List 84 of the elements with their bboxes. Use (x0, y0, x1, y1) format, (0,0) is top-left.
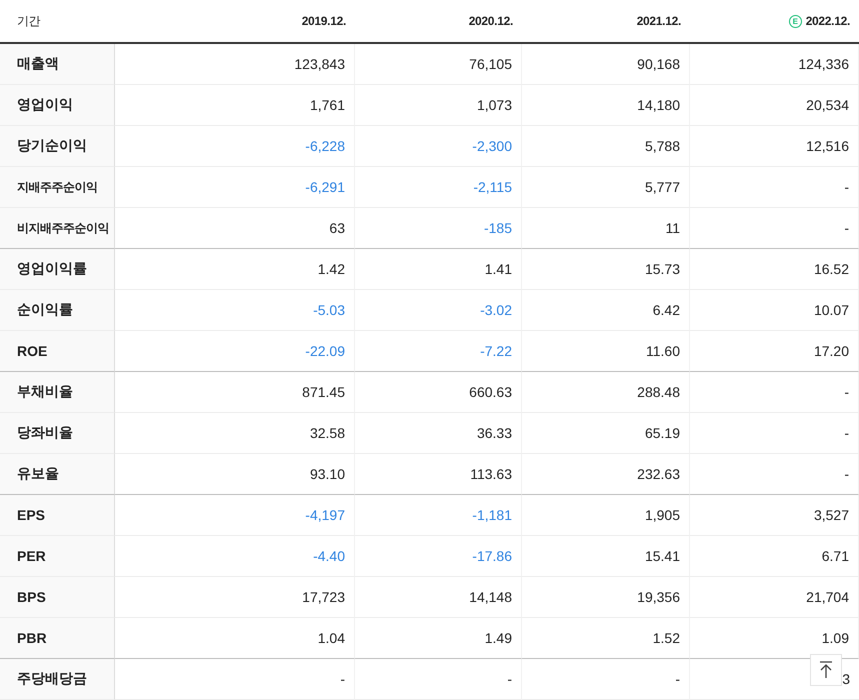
table-cell: -5.03 (115, 290, 355, 331)
table-cell: 90,168 (522, 44, 690, 85)
table-cell: 1.04 (115, 618, 355, 659)
table-cell: 1.42 (115, 249, 355, 290)
row-label: ROE (0, 331, 115, 372)
table-cell: - (690, 454, 859, 495)
table-cell: -2,300 (355, 126, 522, 167)
row-label: 부채비율 (0, 372, 115, 413)
table-cell: 20,534 (690, 85, 859, 126)
row-label: 지배주주순이익 (0, 167, 115, 208)
table-cell: 5,788 (522, 126, 690, 167)
table-cell: 12,516 (690, 126, 859, 167)
table-cell: 1.52 (522, 618, 690, 659)
row-label: 매출액 (0, 44, 115, 85)
arrow-up-icon (819, 661, 833, 679)
table-cell: 15.41 (522, 536, 690, 577)
table-cell: - (690, 372, 859, 413)
row-label: PER (0, 536, 115, 577)
table-cell: 17,723 (115, 577, 355, 618)
table-cell: 6.71 (690, 536, 859, 577)
table-cell: -1,181 (355, 495, 522, 536)
table-cell: 6.42 (522, 290, 690, 331)
table-cell: -3.02 (355, 290, 522, 331)
table-cell: -22.09 (115, 331, 355, 372)
table-cell: 11.60 (522, 331, 690, 372)
table-cell: 21,704 (690, 577, 859, 618)
table-cell: 1,073 (355, 85, 522, 126)
row-label: 유보율 (0, 454, 115, 495)
table-cell: 1,905 (522, 495, 690, 536)
table-cell: 232.63 (522, 454, 690, 495)
table-cell: -6,291 (115, 167, 355, 208)
table-cell: -6,228 (115, 126, 355, 167)
table-cell: 16.52 (690, 249, 859, 290)
column-header: 2019.12. (115, 0, 355, 44)
row-label: BPS (0, 577, 115, 618)
row-label: 순이익률 (0, 290, 115, 331)
table-cell: 11 (522, 208, 690, 249)
row-label: 당좌비율 (0, 413, 115, 454)
table-cell: - (690, 167, 859, 208)
table-cell: 93.10 (115, 454, 355, 495)
table-cell: 113.63 (355, 454, 522, 495)
table-cell: 76,105 (355, 44, 522, 85)
column-header: 2020.12. (355, 0, 522, 44)
table-cell: 288.48 (522, 372, 690, 413)
row-label: 비지배주주순이익 (0, 208, 115, 249)
table-cell: 1,761 (115, 85, 355, 126)
table-cell: 124,336 (690, 44, 859, 85)
column-header: E 2022.12. (690, 0, 859, 44)
table-cell: 17.20 (690, 331, 859, 372)
table-cell: -17.86 (355, 536, 522, 577)
table-cell: -185 (355, 208, 522, 249)
table-cell: -7.22 (355, 331, 522, 372)
table-cell: 3,527 (690, 495, 859, 536)
table-cell: 14,180 (522, 85, 690, 126)
table-cell: 63 (115, 208, 355, 249)
table-cell: 65.19 (522, 413, 690, 454)
table-cell: - (522, 659, 690, 700)
table-cell: - (690, 208, 859, 249)
table-cell: 871.45 (115, 372, 355, 413)
table-cell: 15.73 (522, 249, 690, 290)
row-label: EPS (0, 495, 115, 536)
row-label: 영업이익 (0, 85, 115, 126)
row-label: 당기순이익 (0, 126, 115, 167)
table-cell: 19,356 (522, 577, 690, 618)
table-cell: 123,843 (115, 44, 355, 85)
row-label: PBR (0, 618, 115, 659)
table-cell: 10.07 (690, 290, 859, 331)
table-cell: -2,115 (355, 167, 522, 208)
table-cell: 36.33 (355, 413, 522, 454)
column-header: 2021.12. (522, 0, 690, 44)
table-cell: 14,148 (355, 577, 522, 618)
table-cell: - (115, 659, 355, 700)
table-cell: 1.49 (355, 618, 522, 659)
table-cell: -4.40 (115, 536, 355, 577)
table-cell: - (355, 659, 522, 700)
table-cell: 32.58 (115, 413, 355, 454)
row-label: 주당배당금 (0, 659, 115, 700)
row-label: 영업이익률 (0, 249, 115, 290)
table-cell: 1.41 (355, 249, 522, 290)
table-cell: -4,197 (115, 495, 355, 536)
table-cell: 660.63 (355, 372, 522, 413)
table-cell: 5,777 (522, 167, 690, 208)
table-cell: - (690, 413, 859, 454)
scroll-top-button[interactable] (810, 654, 842, 686)
